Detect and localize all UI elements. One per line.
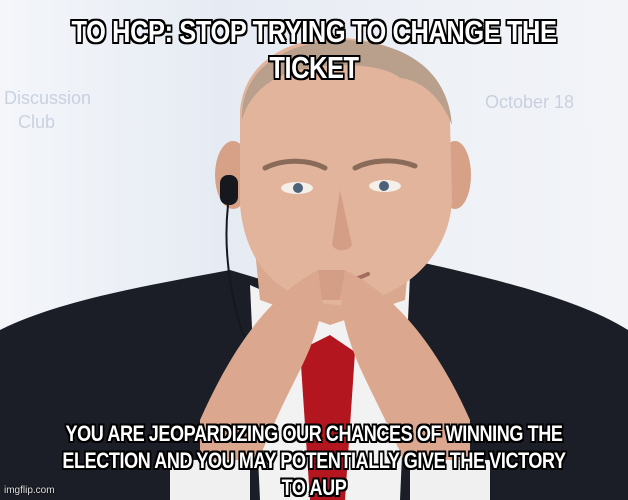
bottom-caption: YOU ARE JEOPARDIZING OUR CHANCES OF WINN… (57, 420, 572, 500)
bottom-caption-line: YOU ARE JEOPARDIZING OUR CHANCES OF WINN… (65, 421, 563, 446)
bottom-caption-line: ELECTION AND YOU MAY POTENTIALLY GIVE TH… (62, 448, 566, 500)
top-caption: TO HCP: STOP TRYING TO CHANGE THE TICKET (71, 14, 557, 85)
imgflip-watermark: imgflip.com (4, 485, 55, 496)
meme-image: Discussion Club October 18 TO HCP: STOP … (0, 0, 628, 500)
